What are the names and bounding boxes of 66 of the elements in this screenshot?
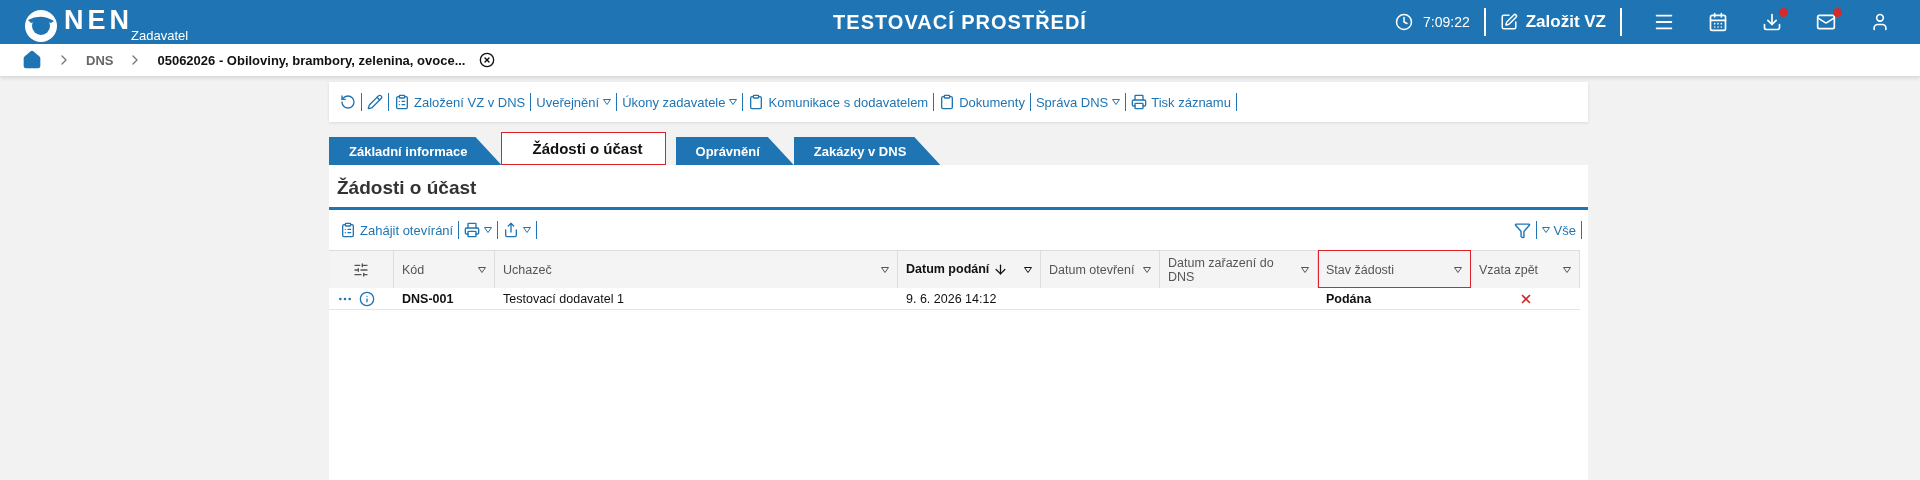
- caret-icon: [478, 266, 486, 273]
- download-icon: [1762, 12, 1782, 32]
- clipboard-icon: [394, 94, 410, 110]
- column-header[interactable]: Vzata zpět: [1471, 250, 1580, 288]
- column-header[interactable]: Datum podání: [898, 250, 1041, 288]
- clipboard-icon: [340, 222, 356, 238]
- toolbar-button[interactable]: Tisk záznamu: [1126, 94, 1236, 110]
- column-header[interactable]: Datum zařazení do DNS: [1160, 250, 1318, 288]
- mail-icon: [1816, 12, 1836, 32]
- close-icon[interactable]: [479, 52, 496, 68]
- table-cell: DNS-001: [394, 288, 495, 310]
- share-icon: [503, 222, 520, 238]
- table-cell: 9. 6. 2026 14:12: [898, 288, 1041, 310]
- table-cell: Testovací dodavatel 1: [495, 288, 898, 310]
- toolbar-button[interactable]: Zahájit otevírání: [335, 222, 459, 238]
- column-header[interactable]: Uchazeč: [495, 250, 898, 288]
- toolbar-button[interactable]: Správa DNS: [1030, 94, 1126, 110]
- logo-text: NEN: [64, 7, 133, 33]
- sort-icon: [993, 262, 1009, 278]
- caret-icon: [1563, 266, 1571, 273]
- session-time: 7:09:22: [1423, 14, 1470, 30]
- caret-icon: [1143, 266, 1151, 273]
- caret-icon: [1454, 266, 1462, 273]
- tab[interactable]: Zakázky v DNS: [793, 137, 941, 165]
- caret-icon: [881, 266, 889, 273]
- environment-title: TESTOVACÍ PROSTŘEDÍ: [833, 10, 1087, 34]
- user-icon: [1870, 12, 1890, 32]
- tab[interactable]: Oprávnění: [675, 137, 794, 165]
- column-header[interactable]: Datum otevření: [1041, 250, 1160, 288]
- pencil-icon: [367, 94, 383, 110]
- filter-icon: [1513, 221, 1531, 239]
- caret-icon: [484, 227, 493, 233]
- tab[interactable]: Žádosti o účast: [501, 132, 666, 165]
- breadcrumb-link[interactable]: DNS: [86, 52, 114, 68]
- settings-icon[interactable]: [353, 261, 369, 278]
- role-label: Zadavatel: [131, 28, 189, 43]
- refresh-icon: [340, 94, 356, 110]
- caret-icon: [603, 99, 612, 105]
- clipboard-icon: [939, 94, 956, 110]
- section-title: Žádosti o účast: [329, 165, 1588, 210]
- caret-icon: [1541, 227, 1550, 233]
- toolbar-button[interactable]: Úkony zadavatele: [617, 94, 743, 110]
- printer-icon: [464, 222, 481, 238]
- table-cell: Podána: [1318, 288, 1471, 310]
- clipboard-icon: [748, 94, 765, 110]
- view-dropdown[interactable]: Vše: [1536, 222, 1581, 238]
- caret-icon: [523, 227, 532, 233]
- toolbar-button[interactable]: Založení VZ v DNS: [389, 94, 531, 110]
- calendar-icon: [1708, 12, 1728, 32]
- caret-icon: [1024, 266, 1032, 273]
- breadcrumb-link[interactable]: 05062026 - Obiloviny, brambory, zelenina, ovoce...: [157, 52, 466, 68]
- create-button[interactable]: Založit VZ: [1499, 12, 1606, 32]
- column-header[interactable]: Kód: [394, 250, 495, 288]
- clock-icon: [1395, 13, 1413, 31]
- caret-icon: [729, 99, 738, 105]
- toolbar-button[interactable]: Dokumenty: [934, 94, 1030, 110]
- caret-icon: [1112, 99, 1121, 105]
- column-header[interactable]: Stav žádosti: [1318, 250, 1471, 288]
- toolbar-button[interactable]: Uveřejnění: [531, 94, 617, 110]
- toolbar-button[interactable]: Komunikace s dodavatelem: [743, 94, 934, 110]
- edit-icon: [1499, 13, 1518, 31]
- printer-icon: [1131, 94, 1148, 110]
- caret-icon: [1301, 266, 1309, 273]
- home-icon[interactable]: [22, 50, 42, 70]
- info-icon[interactable]: [359, 290, 375, 307]
- tab[interactable]: Základní informace: [329, 137, 502, 165]
